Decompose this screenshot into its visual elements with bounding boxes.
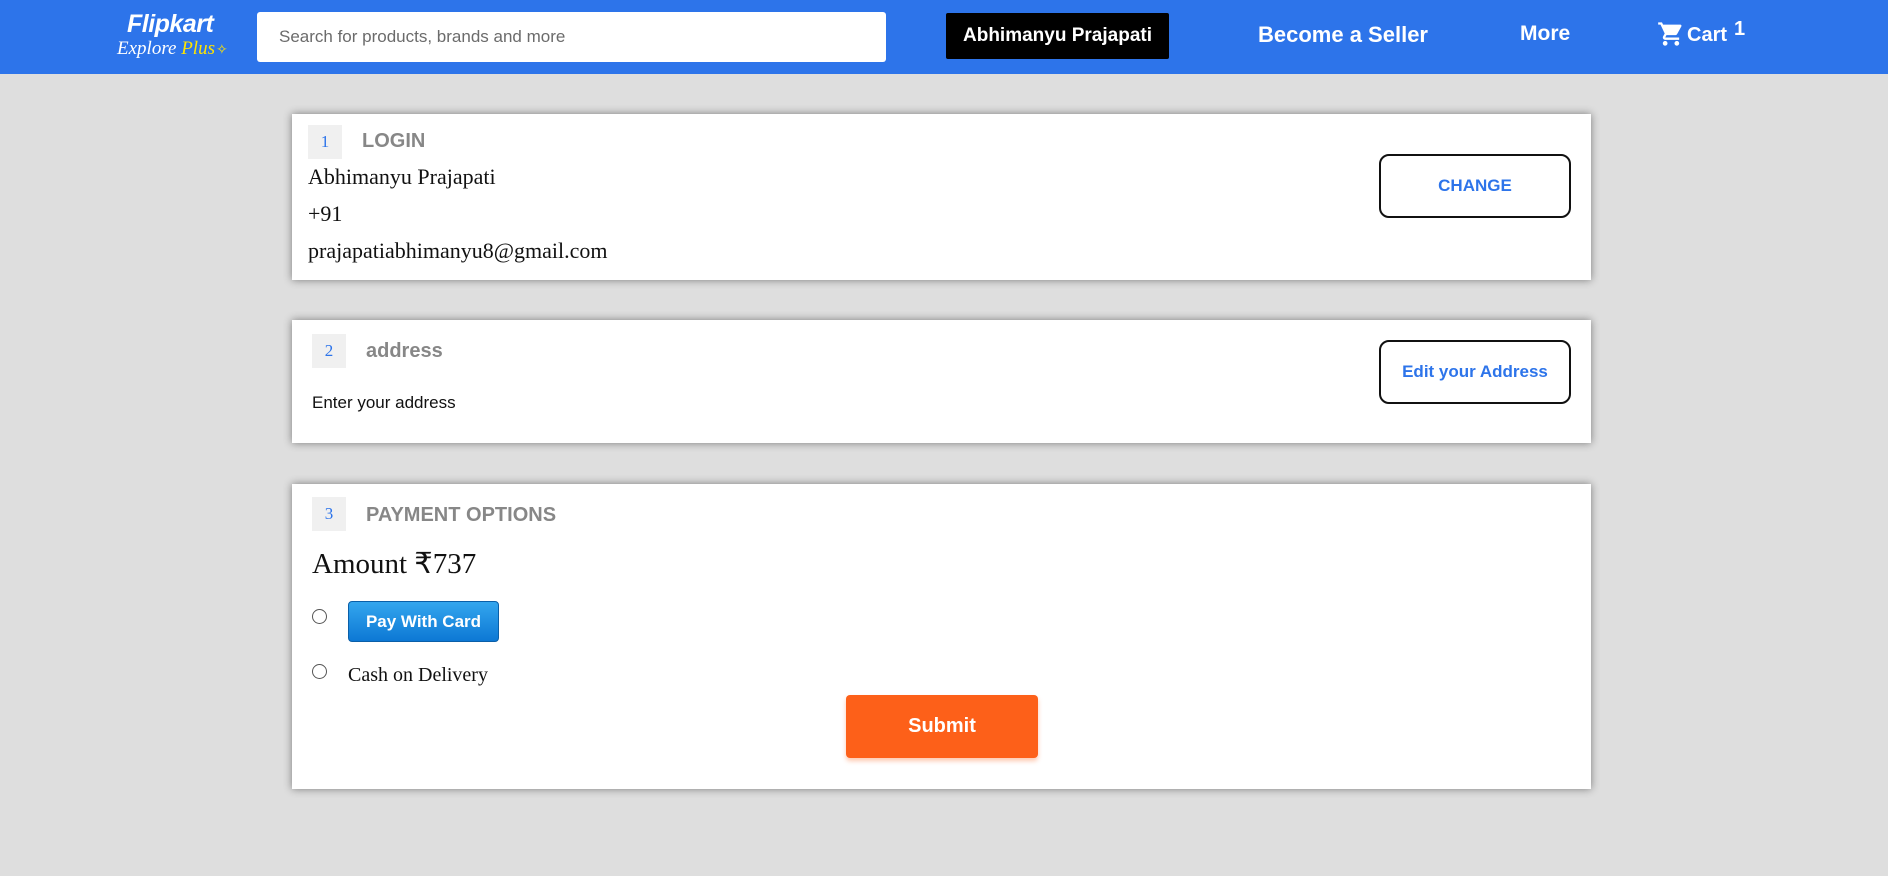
step-number: 2 bbox=[312, 334, 346, 368]
cash-on-delivery-label[interactable]: Cash on Delivery bbox=[348, 664, 488, 687]
cart-count-badge: 1 bbox=[1734, 18, 1746, 40]
top-header: Flipkart Explore Plus✧ Abhimanyu Prajapa… bbox=[0, 0, 1888, 74]
edit-address-button[interactable]: Edit your Address bbox=[1379, 340, 1571, 404]
flipkart-logo[interactable]: Flipkart Explore Plus✧ bbox=[117, 10, 237, 60]
section-title-address: address bbox=[366, 340, 443, 362]
become-seller-link[interactable]: Become a Seller bbox=[1258, 22, 1428, 48]
logo-tagline-plus: Plus bbox=[181, 38, 215, 59]
pay-with-card-button[interactable]: Pay With Card bbox=[348, 601, 499, 642]
login-email: prajapatiabhimanyu8@gmail.com bbox=[308, 238, 608, 263]
cart-label: Cart bbox=[1687, 24, 1728, 46]
payment-section: 3 PAYMENT OPTIONS Amount ₹737 Pay With C… bbox=[292, 484, 1591, 789]
search-input[interactable] bbox=[257, 12, 817, 62]
submit-button[interactable]: Submit bbox=[846, 695, 1038, 758]
address-text: Enter your address bbox=[312, 393, 456, 412]
login-section: 1 LOGIN Abhimanyu Prajapati +91 prajapat… bbox=[292, 114, 1591, 280]
logo-tagline: Explore Plus✧ bbox=[117, 38, 228, 60]
logo-wordmark: Flipkart bbox=[127, 10, 214, 38]
radio-cash-on-delivery[interactable] bbox=[312, 664, 327, 679]
search-bar bbox=[257, 12, 1122, 62]
change-login-button[interactable]: CHANGE bbox=[1379, 154, 1571, 218]
step-number: 1 bbox=[308, 125, 342, 159]
radio-pay-with-card[interactable] bbox=[312, 609, 327, 624]
step-number: 3 bbox=[312, 497, 346, 531]
address-section: 2 address Enter your address Edit your A… bbox=[292, 320, 1591, 443]
section-title-payment: PAYMENT OPTIONS bbox=[366, 504, 557, 526]
login-user-name: Abhimanyu Prajapati bbox=[308, 164, 496, 189]
section-title-login: LOGIN bbox=[362, 130, 426, 152]
cart-icon bbox=[1658, 22, 1682, 46]
login-phone: +91 bbox=[308, 201, 343, 226]
plus-icon: ✧ bbox=[215, 43, 228, 58]
more-menu[interactable]: More bbox=[1520, 22, 1570, 46]
logo-tagline-prefix: Explore bbox=[117, 38, 177, 59]
payment-amount: Amount ₹737 bbox=[312, 548, 477, 580]
user-account-button[interactable]: Abhimanyu Prajapati bbox=[946, 13, 1169, 59]
